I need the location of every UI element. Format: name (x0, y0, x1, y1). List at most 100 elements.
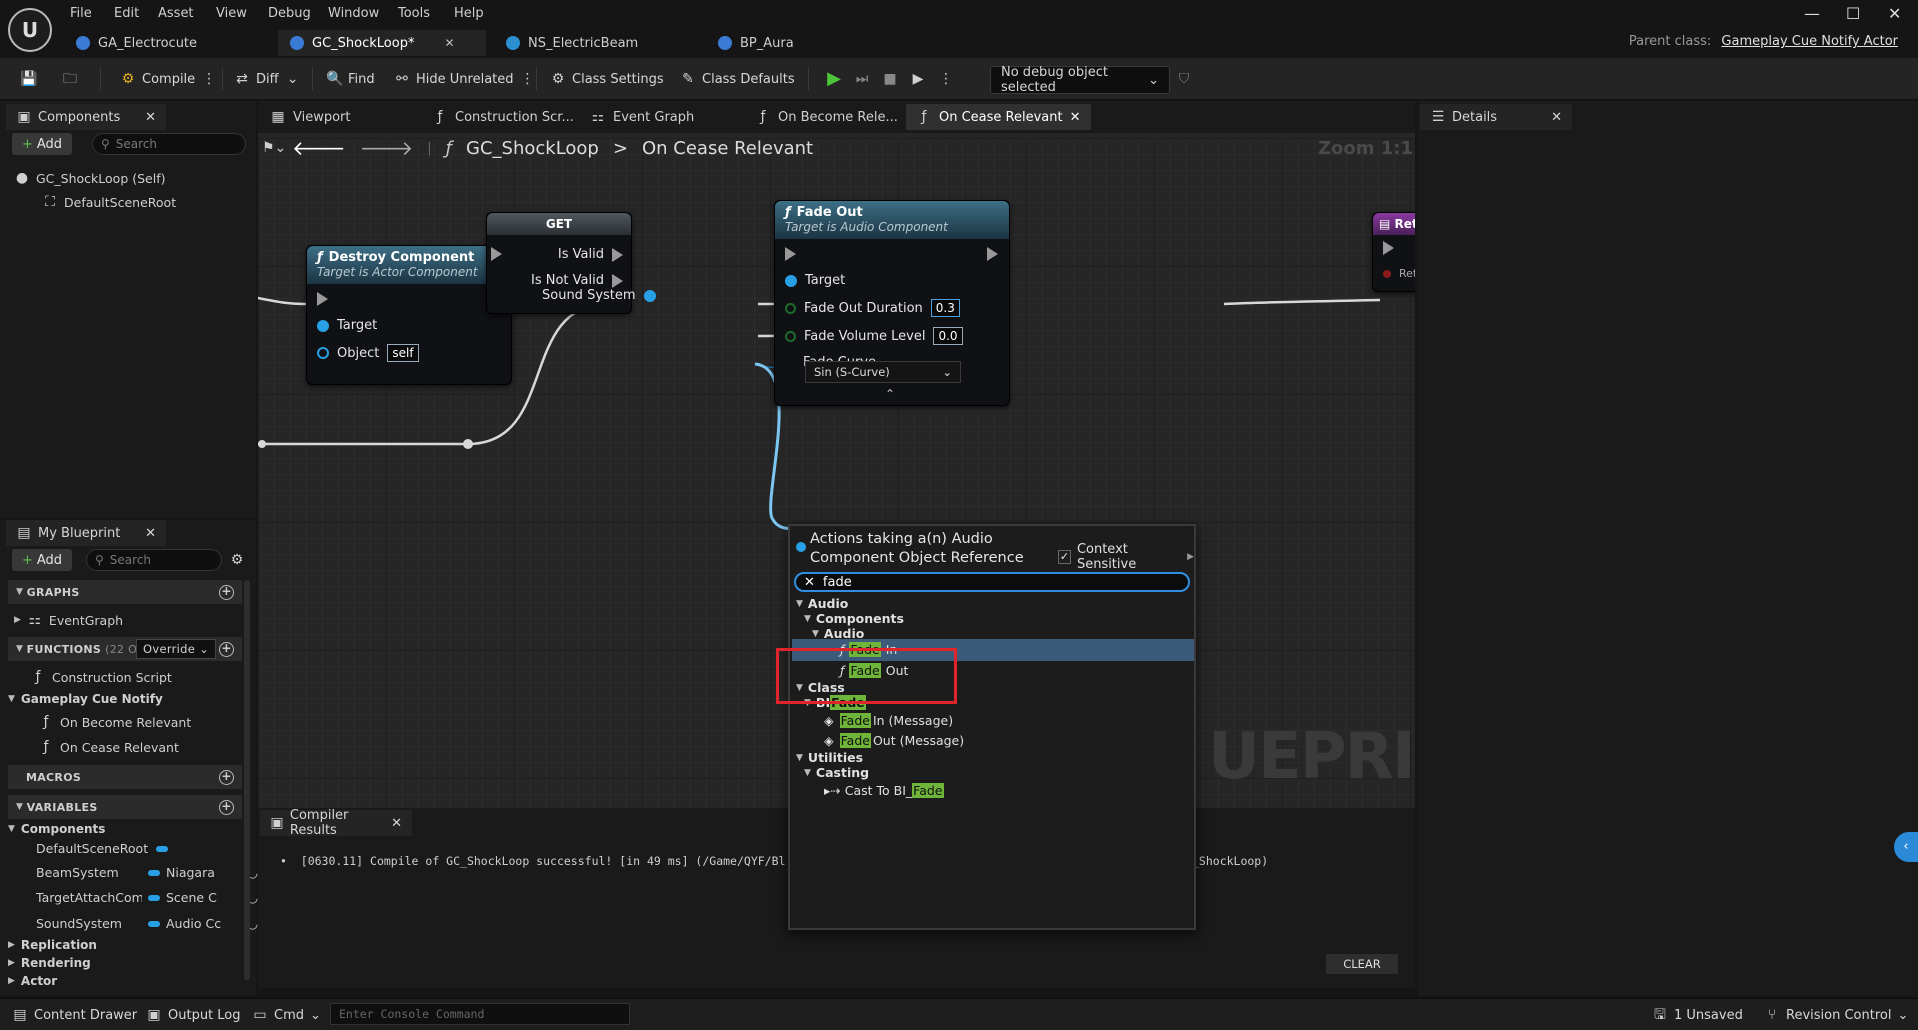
exec-in-pin[interactable] (491, 247, 502, 261)
compiler-results-tab[interactable]: ▣ Compiler Results ✕ (260, 808, 412, 838)
exec-out-pin[interactable] (987, 247, 998, 261)
component-self[interactable]: ● GC_ShockLoop (Self) (14, 170, 166, 186)
more-options-icon[interactable]: ⋮ (201, 71, 217, 87)
category-actor[interactable]: ▶ Actor (8, 974, 57, 988)
variables-section[interactable]: ▼ VARIABLES + (8, 795, 242, 819)
browse-button[interactable]: 🗀 (62, 67, 78, 91)
tab-on-become-relevant[interactable]: ƒ On Become Rele... (745, 104, 908, 130)
exec-in-pin[interactable] (317, 292, 328, 306)
tab-viewport[interactable]: ▦ Viewport (260, 104, 361, 130)
compile-button[interactable]: ⚙ Compile ⋮ (120, 67, 217, 91)
function-on-become-relevant[interactable]: ƒ On Become Relevant (38, 714, 192, 730)
breadcrumb-blueprint[interactable]: GC_ShockLoop (466, 138, 599, 159)
graph-event-graph[interactable]: ▶ ⚏ EventGraph (14, 612, 123, 628)
menu-debug[interactable]: Debug (268, 6, 311, 21)
fade-out-duration-pin[interactable]: Fade Out Duration 0.3 (785, 299, 960, 317)
variable-default-scene-root[interactable]: DefaultSceneRoot (36, 841, 168, 856)
doc-tab-gc-shockloop[interactable]: GC_ShockLoop* ✕ (278, 30, 486, 56)
add-variable-icon[interactable]: + (219, 799, 234, 815)
console-command-input[interactable]: Enter Console Command (330, 1003, 630, 1025)
stop-button[interactable]: ■ (882, 67, 898, 91)
exec-in-pin[interactable] (785, 247, 796, 261)
revision-control-button[interactable]: ⑂ Revision Control ⌄ (1764, 1003, 1909, 1027)
node-destroy-component[interactable]: ƒ Destroy Component Target is Actor Compo… (306, 245, 512, 385)
parent-class-link[interactable]: Gameplay Cue Notify Actor (1721, 34, 1898, 49)
play-button[interactable]: ▶ (826, 67, 842, 91)
function-on-cease-relevant[interactable]: ƒ On Cease Relevant (38, 739, 179, 755)
close-icon[interactable]: ✕ (444, 36, 454, 50)
fade-volume-level-value[interactable]: 0.0 (933, 327, 963, 345)
components-tab[interactable]: ▣ Components ✕ (6, 104, 166, 130)
is-not-valid-pin[interactable]: Is Not Valid (531, 273, 623, 288)
category-components[interactable]: ▼ Components (8, 822, 105, 836)
tab-event-graph[interactable]: ⚏ Event Graph (580, 104, 704, 130)
play-options-button[interactable]: ⋮ (938, 67, 954, 91)
settings-gear-icon[interactable]: ⚙ (229, 552, 245, 568)
fade-out-duration-value[interactable]: 0.3 (930, 299, 960, 317)
components-search-input[interactable]: ⚲ Search (92, 133, 246, 155)
cmd-dropdown[interactable]: ▭ Cmd ⌄ (252, 1003, 321, 1027)
object-pin[interactable]: Object self (317, 344, 420, 362)
menu-view[interactable]: View (216, 6, 247, 21)
add-graph-icon[interactable]: + (219, 584, 234, 600)
add-component-button[interactable]: + Add (12, 133, 72, 155)
forward-arrow-icon[interactable]: 🡒 (360, 136, 414, 160)
menu-asset[interactable]: Asset (158, 6, 194, 21)
action-cast-to-bi-fade[interactable]: ▸⇢ Cast To BI_ Fade (824, 783, 944, 798)
class-settings-button[interactable]: ⚙ Class Settings (550, 67, 664, 91)
menu-tools[interactable]: Tools (398, 6, 430, 21)
graphs-section[interactable]: ▼ GRAPHS + (8, 580, 242, 604)
checkbox-checked-icon[interactable]: ✓ (1058, 550, 1071, 564)
doc-tab-bp-aura[interactable]: BP_Aura (706, 30, 806, 56)
menu-window[interactable]: Window (328, 6, 379, 21)
debug-filter-button[interactable]: ⛉ (1176, 67, 1192, 91)
expand-panel-icon[interactable]: ‹ (1894, 832, 1918, 862)
sound-system-pin[interactable]: Sound System (542, 288, 656, 303)
category-components[interactable]: ▼ Components (804, 611, 904, 626)
function-construction-script[interactable]: ƒ Construction Script (30, 669, 172, 685)
menu-help[interactable]: Help (454, 6, 484, 21)
close-icon[interactable]: ✕ (145, 526, 156, 541)
target-pin[interactable]: Target (785, 273, 845, 288)
functions-section[interactable]: ▼ FUNCTIONS (22 OVEI Override ⌄ + (8, 637, 242, 661)
maximize-icon[interactable]: ☐ (1846, 4, 1860, 23)
output-log-button[interactable]: ▣ Output Log (146, 1003, 240, 1027)
close-icon[interactable]: ✕ (1551, 110, 1562, 125)
is-valid-pin[interactable]: Is Valid (558, 247, 623, 262)
bookmark-icon[interactable]: ⚑⌄ (262, 140, 286, 156)
clear-search-icon[interactable]: ✕ (804, 575, 815, 590)
return-pin[interactable]: Retu (1383, 267, 1415, 280)
node-return[interactable]: ▤ Retu Retu (1372, 212, 1415, 292)
menu-edit[interactable]: Edit (114, 6, 139, 21)
variable-beam-system[interactable]: BeamSystem Niagara ◡ (36, 865, 258, 880)
category-rendering[interactable]: ▶ Rendering (8, 956, 91, 970)
step-button[interactable]: ⏭ (854, 67, 870, 91)
my-blueprint-search-input[interactable]: ⚲ Search (86, 549, 222, 571)
my-blueprint-tab[interactable]: ▤ My Blueprint ✕ (6, 520, 166, 546)
minimize-icon[interactable]: — (1804, 4, 1820, 23)
simulate-button[interactable]: ▶ (910, 67, 926, 91)
override-dropdown[interactable]: Override ⌄ (136, 639, 217, 659)
clear-button[interactable]: CLEAR (1326, 954, 1398, 974)
close-window-icon[interactable]: ✕ (1888, 4, 1901, 23)
category-gameplay-cue-notify[interactable]: ▼ Gameplay Cue Notify (8, 692, 163, 706)
add-macro-icon[interactable]: + (219, 769, 234, 785)
back-arrow-icon[interactable]: 🡐 (292, 136, 346, 160)
action-fade-in-message[interactable]: ◈ Fade In (Message) (824, 713, 953, 728)
breadcrumb-function[interactable]: On Cease Relevant (642, 138, 813, 159)
variable-target-attach-comp[interactable]: TargetAttachComp Scene C ◡ (36, 890, 258, 905)
tab-construction-script[interactable]: ƒ Construction Scr... (422, 104, 584, 130)
tab-on-cease-relevant[interactable]: ƒ On Cease Relevant ✕ (906, 104, 1091, 130)
node-fade-out[interactable]: ƒ Fade Out Target is Audio Component Targ… (774, 200, 1010, 406)
context-sensitive-toggle[interactable]: ✓ Context Sensitive ▶ (1058, 542, 1194, 572)
doc-tab-ga-electrocute[interactable]: GA_Electrocute (64, 30, 209, 56)
scrollbar[interactable] (244, 580, 250, 980)
more-options-icon[interactable]: ⋮ (520, 71, 536, 87)
menu-file[interactable]: File (70, 6, 92, 21)
diff-button[interactable]: ⇄ Diff ⌄ (234, 67, 301, 91)
fade-volume-level-pin[interactable]: Fade Volume Level 0.0 (785, 327, 963, 345)
category-utilities[interactable]: ▼ Utilities (796, 750, 863, 765)
variable-sound-system[interactable]: SoundSystem Audio Cc ◡ (36, 916, 258, 931)
action-search-input[interactable]: ✕ fade (794, 572, 1190, 592)
unreal-logo-icon[interactable]: U (8, 8, 52, 52)
